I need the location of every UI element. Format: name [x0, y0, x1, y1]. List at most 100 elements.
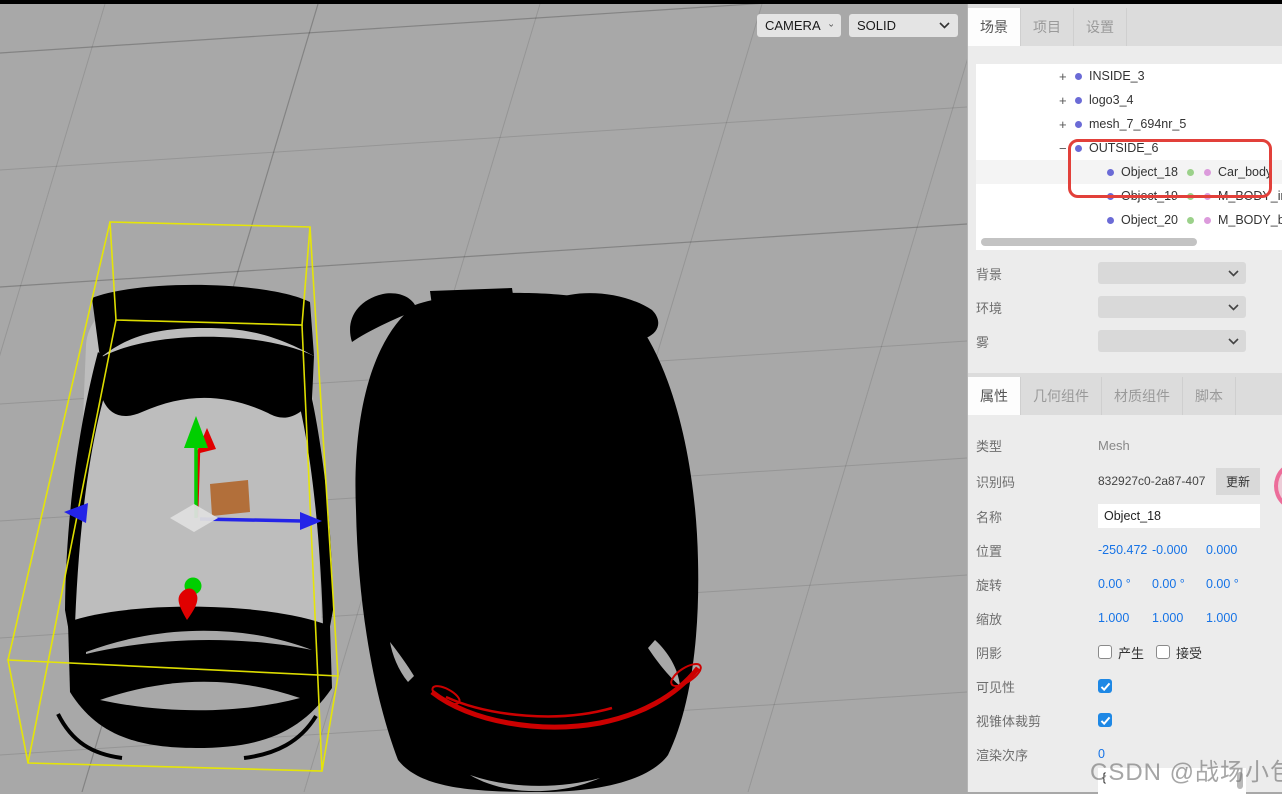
position-label: 位置 [976, 543, 1003, 559]
rotation-y[interactable]: 0.00 ° [1152, 577, 1206, 591]
material-dot [1203, 192, 1211, 200]
uuid-row: 识别码 832927c0-2a87-407 更新 [976, 467, 1280, 495]
side-panel: 场景 项目 设置 + INSIDE_3 + logo3_4 + mesh_7_6… [967, 4, 1282, 794]
object-dot [1075, 144, 1082, 152]
outliner-row-logo3[interactable]: + logo3_4 [976, 88, 1282, 112]
tab-scene[interactable]: 场景 [968, 8, 1021, 46]
geometry-dot [1186, 168, 1194, 176]
collapse-toggle[interactable]: − [1059, 141, 1075, 156]
visible-row: 可见性 [976, 674, 1280, 698]
camera-select-value: CAMERA [765, 18, 821, 33]
shadow-receive-label: 接受 [1176, 645, 1203, 661]
tab-settings[interactable]: 设置 [1074, 8, 1127, 46]
outliner-row-object18[interactable]: Object_18 Car_body [976, 160, 1282, 184]
visible-checkbox[interactable] [1098, 679, 1112, 693]
shadow-receive-checkbox[interactable] [1156, 645, 1171, 659]
object-name: Object_20 [1121, 213, 1178, 227]
shadow-cast-checkbox[interactable] [1098, 645, 1112, 659]
type-row: 类型 Mesh [976, 433, 1280, 457]
shading-select[interactable]: SOLID [849, 14, 958, 37]
tab-script[interactable]: 脚本 [1183, 377, 1236, 415]
object-name: mesh_7_694nr_5 [1089, 117, 1187, 131]
environment-select[interactable] [1098, 296, 1246, 318]
name-row: 名称 [976, 504, 1280, 528]
object-dot [1075, 96, 1082, 104]
expand-toggle[interactable]: + [1059, 93, 1075, 108]
outliner-row-object19[interactable]: Object_19 M_BODY_inside [976, 184, 1282, 208]
horizontal-scrollbar[interactable] [981, 238, 1197, 246]
tab-material[interactable]: 材质组件 [1102, 377, 1183, 415]
environment-label: 环境 [976, 300, 1003, 316]
tab-properties[interactable]: 属性 [968, 377, 1021, 415]
rotation-row: 旋转 0.00 ° 0.00 ° 0.00 ° [976, 572, 1280, 596]
rotation-x[interactable]: 0.00 ° [1098, 577, 1152, 591]
object-dot [1107, 168, 1114, 176]
background-row: 背景 [976, 261, 1280, 285]
shadow-row: 阴影 产生 接受 [976, 640, 1280, 664]
object-name: INSIDE_3 [1089, 69, 1145, 83]
name-input[interactable] [1098, 504, 1260, 528]
rotation-label: 旋转 [976, 577, 1003, 593]
viewport-scene [0, 4, 967, 792]
outliner-row-mesh7[interactable]: + mesh_7_694nr_5 [976, 112, 1282, 136]
scale-y[interactable]: 1.000 [1152, 611, 1206, 625]
frustum-checkbox[interactable] [1098, 713, 1112, 727]
background-select[interactable] [1098, 262, 1246, 284]
name-label: 名称 [976, 509, 1003, 525]
top-border [0, 0, 1282, 4]
user-data-textarea[interactable]: { [1098, 768, 1246, 794]
check-icon [1100, 716, 1110, 725]
object-dot [1075, 120, 1082, 128]
environment-row: 环境 [976, 295, 1280, 319]
object-tabbar: 属性 几何组件 材质组件 脚本 [968, 373, 1282, 415]
type-label: 类型 [976, 438, 1003, 454]
uuid-label: 识别码 [976, 474, 1016, 490]
outliner-row-object20[interactable]: Object_20 M_BODY_black [976, 208, 1282, 232]
check-icon [1100, 682, 1110, 691]
material-name: M_BODY_inside [1217, 189, 1282, 203]
position-x[interactable]: -250.472 [1098, 543, 1152, 557]
scene-outliner[interactable]: + INSIDE_3 + logo3_4 + mesh_7_694nr_5 − … [976, 64, 1282, 250]
scale-z[interactable]: 1.000 [1206, 611, 1260, 625]
expand-toggle[interactable]: + [1059, 117, 1075, 132]
expand-toggle[interactable]: + [1059, 69, 1075, 84]
render-order-label: 渲染次序 [976, 747, 1029, 763]
car-model-second[interactable] [350, 288, 704, 792]
object-dot [1107, 192, 1114, 200]
fog-row: 雾 [976, 329, 1280, 353]
scale-x[interactable]: 1.000 [1098, 611, 1152, 625]
position-y[interactable]: -0.000 [1152, 543, 1206, 557]
shading-select-value: SOLID [857, 18, 897, 33]
geometry-dot [1186, 216, 1194, 224]
user-data-value: { [1102, 770, 1107, 784]
fog-label: 雾 [976, 334, 990, 350]
outliner-row-outside6[interactable]: − OUTSIDE_6 [976, 136, 1282, 160]
object-name: Object_18 [1121, 165, 1178, 179]
position-z[interactable]: 0.000 [1206, 543, 1260, 557]
camera-select[interactable]: CAMERA [757, 14, 841, 37]
fog-select[interactable] [1098, 330, 1246, 352]
vertical-scrollbar[interactable] [1237, 772, 1243, 789]
chevron-down-icon [1228, 269, 1239, 277]
viewport-3d-canvas[interactable]: CAMERA SOLID [0, 4, 967, 792]
uuid-update-button[interactable]: 更新 [1216, 467, 1261, 495]
crate-object[interactable] [210, 480, 250, 516]
material-name: Car_body [1217, 165, 1273, 179]
frustum-row: 视锥体裁剪 [976, 708, 1280, 732]
scale-row: 缩放 1.000 1.000 1.000 [976, 606, 1280, 630]
render-order-value[interactable]: 0 [1098, 747, 1105, 761]
chevron-down-icon [1228, 303, 1239, 311]
type-value: Mesh [1098, 437, 1130, 453]
uuid-value: 832927c0-2a87-407 [1098, 474, 1206, 488]
visible-label: 可见性 [976, 679, 1016, 695]
chevron-down-icon [939, 22, 950, 29]
tab-project[interactable]: 项目 [1021, 8, 1074, 46]
tab-geometry[interactable]: 几何组件 [1021, 377, 1102, 415]
frustum-label: 视锥体裁剪 [976, 713, 1042, 729]
rotation-z[interactable]: 0.00 ° [1206, 577, 1260, 591]
outliner-row-inside3[interactable]: + INSIDE_3 [976, 64, 1282, 88]
shadow-cast-label: 产生 [1118, 645, 1145, 661]
object-name: OUTSIDE_6 [1089, 141, 1159, 155]
material-dot [1203, 216, 1211, 224]
material-name: M_BODY_black [1217, 213, 1282, 227]
